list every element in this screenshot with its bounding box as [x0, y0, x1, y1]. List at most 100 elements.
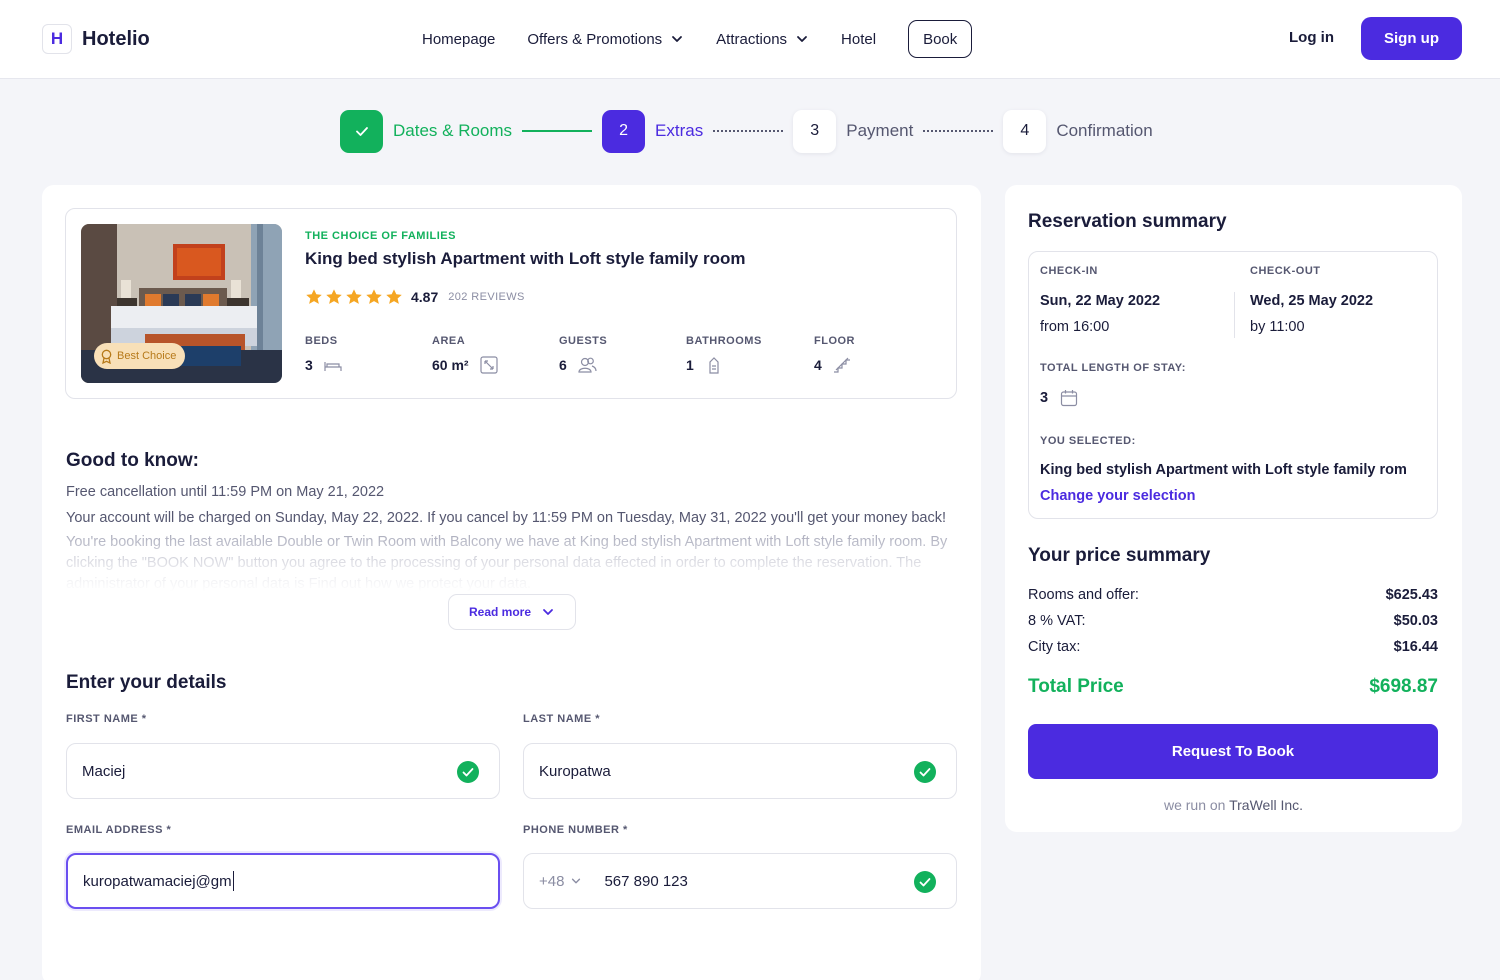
spec-beds-label: BEDS [305, 335, 338, 347]
booking-stepper: Dates & Rooms 2 Extras 3 Payment 4 Confi… [340, 109, 1163, 153]
email-field[interactable]: kuropatwamaciej@gm [66, 853, 500, 909]
check-circle-icon [457, 761, 479, 783]
check-circle-icon [914, 761, 936, 783]
date-divider [1234, 292, 1235, 338]
read-more-label: Read more [468, 605, 532, 619]
phone-field[interactable]: +48 567 890 123 [523, 853, 957, 909]
star-icon [346, 289, 362, 304]
award-icon [101, 349, 112, 364]
signup-button[interactable]: Sign up [1361, 17, 1462, 60]
star-icon [326, 289, 342, 304]
nav-book-button[interactable]: Book [908, 20, 973, 58]
reservation-summary-card: Reservation summary CHECK-IN Sun, 22 May… [1005, 185, 1462, 832]
step-dates-rooms-indicator[interactable] [340, 109, 383, 153]
checkout-date: Wed, 25 May 2022 [1250, 293, 1374, 309]
bed-icon [324, 362, 342, 371]
step-extras-label[interactable]: Extras [655, 121, 703, 141]
spec-area-value: 60 m² [432, 357, 469, 373]
good-to-know-title: Good to know: [66, 450, 199, 471]
check-circle-icon [914, 871, 936, 893]
spec-guests: GUESTS 6 [559, 335, 607, 374]
star-icon [306, 289, 322, 304]
spec-bathrooms-label: BATHROOMS [686, 335, 762, 347]
spec-guests-value: 6 [559, 357, 567, 373]
powered-by-company[interactable]: TraWell Inc. [1229, 797, 1303, 813]
calendar-icon [1060, 390, 1078, 407]
star-icon [366, 289, 382, 304]
first-name-label: FIRST NAME * [66, 713, 147, 725]
checkin-date: Sun, 22 May 2022 [1040, 293, 1161, 309]
main-nav: Homepage Offers & Promotions Attractions… [422, 20, 973, 58]
total-price-label: Total Price [1028, 676, 1124, 697]
email-label: EMAIL ADDRESS * [66, 824, 172, 836]
enter-details-title: Enter your details [66, 672, 227, 693]
first-name-value: Maciej [82, 762, 126, 780]
star-icon [386, 289, 402, 304]
spec-floor: FLOOR 4 [814, 335, 855, 374]
last-name-value: Kuropatwa [539, 762, 611, 780]
checkin-label: CHECK-IN [1040, 265, 1098, 277]
price-row: City tax: $16.44 [1028, 639, 1438, 655]
email-value: kuropatwamaciej@gm [83, 872, 232, 890]
price-row-label: Rooms and offer: [1028, 587, 1139, 603]
room-rating: 4.87 202 REVIEWS [305, 288, 525, 306]
total-price-amount: $698.87 [1369, 676, 1438, 697]
price-row-label: City tax: [1028, 639, 1081, 655]
change-selection-link[interactable]: Change your selection [1040, 488, 1196, 504]
reservation-summary-title: Reservation summary [1028, 211, 1227, 232]
price-row-amount: $50.03 [1393, 613, 1438, 629]
brand-logo[interactable]: H Hotelio [42, 24, 150, 54]
phone-value: 567 890 123 [604, 872, 688, 890]
rating-value: 4.87 [411, 289, 439, 305]
nav-homepage[interactable]: Homepage [422, 31, 495, 48]
spec-beds: BEDS 3 [305, 335, 343, 374]
checkout-label: CHECK-OUT [1250, 265, 1321, 277]
cancellation-policy: Free cancellation until 11:59 PM on May … [66, 484, 385, 500]
spec-area-label: AREA [432, 335, 466, 347]
top-header: H Hotelio Homepage Offers & Promotions A… [0, 0, 1500, 79]
read-more-button[interactable]: Read more [448, 594, 576, 630]
total-price-row: Total Price $698.87 [1028, 676, 1438, 698]
nav-attractions-label: Attractions [716, 30, 788, 48]
last-name-field[interactable]: Kuropatwa [523, 743, 957, 799]
spec-area: AREA 60 m² [432, 335, 499, 374]
stay-length-value: 3 [1040, 390, 1049, 406]
step-connector [522, 130, 593, 132]
room-tagline: THE CHOICE OF FAMILIES [305, 230, 456, 242]
powered-by: we run on TraWell Inc. [1005, 797, 1462, 813]
room-title: King bed stylish Apartment with Loft sty… [305, 249, 746, 268]
step-payment-indicator: 3 [793, 109, 837, 153]
step-extras-indicator[interactable]: 2 [602, 109, 646, 153]
login-link[interactable]: Log in [1289, 29, 1334, 46]
brand-name: Hotelio [82, 27, 150, 50]
room-photo: Best Choice [81, 224, 282, 383]
nav-hotel[interactable]: Hotel [841, 31, 876, 48]
request-to-book-button[interactable]: Request To Book [1028, 724, 1438, 779]
price-row: Rooms and offer: $625.43 [1028, 587, 1438, 603]
nav-offers-label: Offers & Promotions [527, 30, 663, 48]
phone-label: PHONE NUMBER * [523, 824, 628, 836]
country-code-value: +48 [539, 872, 565, 890]
step-connector [713, 130, 784, 132]
nav-attractions[interactable]: Attractions [716, 31, 809, 48]
spec-bathrooms-value: 1 [686, 357, 694, 373]
booking-form-card: Best Choice THE CHOICE OF FAMILIES King … [42, 185, 981, 980]
first-name-field[interactable]: Maciej [66, 743, 500, 799]
best-choice-badge: Best Choice [94, 343, 186, 369]
text-cursor [232, 871, 235, 891]
price-row-amount: $625.43 [1385, 587, 1438, 603]
step-dates-rooms-label[interactable]: Dates & Rooms [393, 121, 512, 141]
country-code-select[interactable]: +48 [539, 873, 582, 890]
stairs-icon [833, 357, 850, 373]
spec-guests-label: GUESTS [559, 335, 608, 347]
nav-offers[interactable]: Offers & Promotions [527, 31, 684, 48]
checkout-time: by 11:00 [1250, 319, 1305, 335]
charge-notice: Your account will be charged on Sunday, … [66, 510, 947, 526]
step-confirmation-label: Confirmation [1056, 121, 1153, 140]
area-icon [479, 356, 498, 374]
price-row-amount: $16.44 [1393, 639, 1438, 655]
chevron-down-icon [797, 36, 807, 42]
stay-length-label: TOTAL LENGTH OF STAY: [1040, 362, 1186, 374]
nav-homepage-label: Homepage [422, 30, 496, 48]
spec-bathrooms: BATHROOMS 1 [686, 335, 762, 374]
